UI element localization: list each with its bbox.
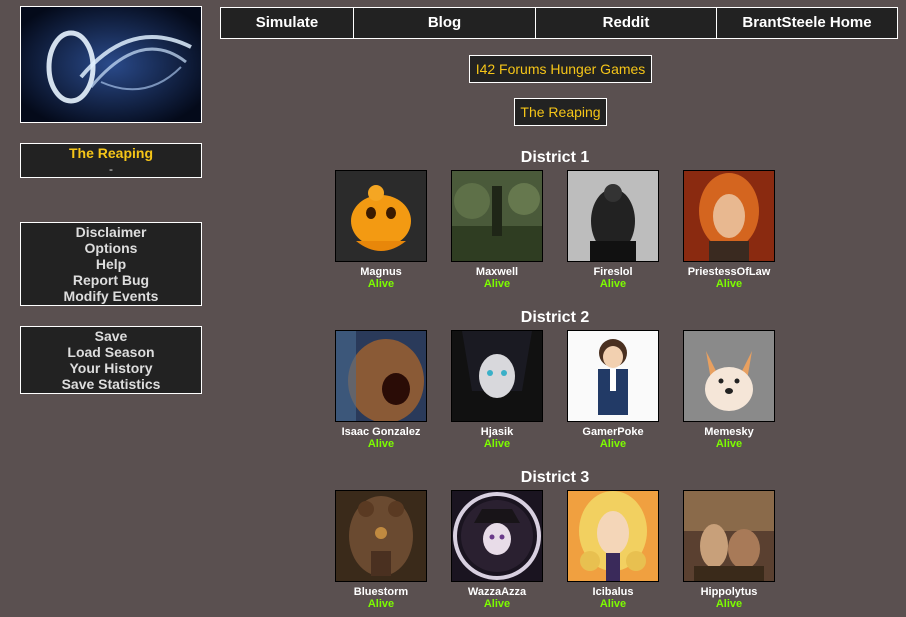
- tribute-name: Isaac Gonzalez: [341, 426, 421, 438]
- tribute-name: Magnus: [360, 266, 402, 278]
- tribute-status: Alive: [715, 278, 743, 290]
- tribute-card: Maxwell Alive: [450, 170, 544, 290]
- menu-modify-events[interactable]: Modify Events: [21, 288, 201, 304]
- tribute-avatar: [567, 170, 659, 262]
- tribute-avatar: [335, 490, 427, 582]
- status-subtitle: -: [109, 162, 113, 176]
- tribute-avatar: [683, 330, 775, 422]
- tribute-card: Magnus Alive: [334, 170, 428, 290]
- tribute-status: Alive: [599, 278, 627, 290]
- tribute-avatar: [567, 330, 659, 422]
- tribute-name: Maxwell: [475, 266, 519, 278]
- tribute-status: Alive: [483, 438, 511, 450]
- game-title: I42 Forums Hunger Games: [469, 55, 652, 83]
- tribute-card: Hippolytus Alive: [682, 490, 776, 610]
- site-logo[interactable]: [20, 6, 202, 123]
- tribute-name: Hippolytus: [700, 586, 758, 598]
- status-panel: The Reaping -: [20, 143, 202, 178]
- menu-help[interactable]: Help: [21, 256, 201, 272]
- tribute-name: Bluestorm: [353, 586, 409, 598]
- tribute-card: GamerPoke Alive: [566, 330, 660, 450]
- status-title: The Reaping: [68, 145, 153, 161]
- tribute-card: WazzaAzza Alive: [450, 490, 544, 610]
- nav-blog[interactable]: Blog: [354, 8, 536, 38]
- info-menu: Disclaimer Options Help Report Bug Modif…: [20, 222, 202, 306]
- tribute-card: Icibalus Alive: [566, 490, 660, 610]
- tribute-name: Hjasik: [480, 426, 514, 438]
- tribute-avatar: [451, 170, 543, 262]
- district-title: District 1: [520, 149, 590, 166]
- tribute-name: Icibalus: [592, 586, 634, 598]
- menu-load-season[interactable]: Load Season: [21, 344, 201, 360]
- tribute-avatar: [567, 490, 659, 582]
- tribute-card: Hjasik Alive: [450, 330, 544, 450]
- tribute-status: Alive: [483, 278, 511, 290]
- tribute-status: Alive: [367, 438, 395, 450]
- tribute-name: Fireslol: [593, 266, 633, 278]
- tribute-status: Alive: [599, 438, 627, 450]
- tribute-card: Fireslol Alive: [566, 170, 660, 290]
- sidebar: The Reaping - Disclaimer Options Help Re…: [20, 6, 202, 394]
- tribute-avatar: [683, 490, 775, 582]
- nav-simulate[interactable]: Simulate: [221, 8, 354, 38]
- tribute-avatar: [451, 490, 543, 582]
- nav-reddit[interactable]: Reddit: [536, 8, 717, 38]
- tribute-card: Isaac Gonzalez Alive: [334, 330, 428, 450]
- district-title: District 3: [520, 469, 590, 486]
- menu-save[interactable]: Save: [21, 328, 201, 344]
- tribute-status: Alive: [599, 598, 627, 610]
- tribute-name: PriestessOfLaw: [687, 266, 771, 278]
- tribute-avatar: [335, 330, 427, 422]
- tribute-avatar: [683, 170, 775, 262]
- nav-brantsteele-home[interactable]: BrantSteele Home: [717, 8, 897, 38]
- save-menu: Save Load Season Your History Save Stati…: [20, 326, 202, 394]
- menu-your-history[interactable]: Your History: [21, 360, 201, 376]
- tribute-status: Alive: [715, 598, 743, 610]
- tribute-status: Alive: [715, 438, 743, 450]
- tribute-avatar: [451, 330, 543, 422]
- top-nav: Simulate Blog Reddit BrantSteele Home: [220, 7, 898, 39]
- tribute-name: GamerPoke: [582, 426, 644, 438]
- tribute-avatar: [335, 170, 427, 262]
- menu-save-statistics[interactable]: Save Statistics: [21, 376, 201, 392]
- district-title: District 2: [520, 309, 590, 326]
- tribute-status: Alive: [367, 278, 395, 290]
- tribute-card: PriestessOfLaw Alive: [682, 170, 776, 290]
- phase-label: The Reaping: [514, 98, 607, 126]
- menu-disclaimer[interactable]: Disclaimer: [21, 224, 201, 240]
- menu-options[interactable]: Options: [21, 240, 201, 256]
- tribute-card: Bluestorm Alive: [334, 490, 428, 610]
- tribute-card: Memesky Alive: [682, 330, 776, 450]
- tribute-name: WazzaAzza: [467, 586, 527, 598]
- tribute-status: Alive: [367, 598, 395, 610]
- tribute-status: Alive: [483, 598, 511, 610]
- menu-report-bug[interactable]: Report Bug: [21, 272, 201, 288]
- tribute-name: Memesky: [704, 426, 754, 438]
